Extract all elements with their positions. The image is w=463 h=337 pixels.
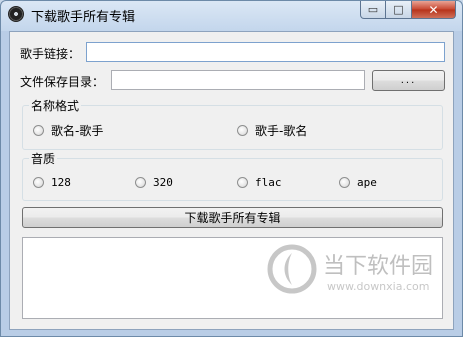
name-format-title: 名称格式: [29, 97, 82, 114]
maximize-button[interactable]: □: [386, 1, 412, 19]
singer-link-input[interactable]: [86, 42, 445, 62]
quality-group: 音质 128 320 flac ape: [22, 150, 443, 201]
save-dir-label: 文件保存目录：: [20, 75, 105, 89]
title-bar[interactable]: 下载歌手所有专辑 ▭ □ ✕: [1, 1, 462, 29]
watermark-url: www.downxia.com: [327, 280, 430, 293]
watermark: 当下软件园 www.downxia.com: [267, 236, 447, 316]
radio-quality-ape[interactable]: ape: [339, 176, 377, 189]
radio-quality-320[interactable]: 320: [135, 176, 173, 189]
radio-label: 128: [51, 176, 71, 189]
disc-icon: [8, 6, 24, 22]
minimize-button[interactable]: ▭: [360, 1, 386, 19]
quality-title: 音质: [29, 150, 58, 167]
save-dir-input[interactable]: [111, 70, 365, 90]
minimize-icon: ▭: [367, 3, 379, 16]
radio-quality-flac[interactable]: flac: [237, 176, 282, 189]
caption-buttons: ▭ □ ✕: [360, 1, 456, 21]
radio-circle-icon: [237, 177, 248, 188]
close-button[interactable]: ✕: [412, 1, 456, 19]
app-window: 下载歌手所有专辑 ▭ □ ✕ 歌手链接： 文件保存目录： ... 名称格式 歌名…: [0, 0, 463, 337]
maximize-icon: □: [393, 3, 404, 16]
radio-name-song-singer[interactable]: 歌名-歌手: [33, 122, 103, 139]
radio-circle-icon: [33, 125, 44, 136]
watermark-logo-icon: [267, 244, 317, 294]
radio-name-singer-song[interactable]: 歌手-歌名: [237, 122, 307, 139]
radio-label: ape: [357, 176, 377, 189]
radio-label: 320: [153, 176, 173, 189]
radio-circle-icon: [33, 177, 44, 188]
browse-button[interactable]: ...: [372, 70, 445, 91]
close-icon: ✕: [428, 2, 439, 17]
watermark-text: 当下软件园: [323, 254, 434, 279]
radio-quality-128[interactable]: 128: [33, 176, 71, 189]
radio-circle-icon: [237, 125, 248, 136]
name-format-group: 名称格式 歌名-歌手 歌手-歌名: [22, 97, 443, 150]
radio-label: flac: [255, 176, 282, 189]
window-title: 下载歌手所有专辑: [31, 10, 136, 25]
radio-label: 歌手-歌名: [255, 124, 308, 138]
radio-label: 歌名-歌手: [51, 124, 104, 138]
radio-circle-icon: [135, 177, 146, 188]
radio-circle-icon: [339, 177, 350, 188]
download-all-albums-button[interactable]: 下载歌手所有专辑: [22, 207, 443, 228]
singer-link-label: 歌手链接：: [20, 47, 81, 61]
